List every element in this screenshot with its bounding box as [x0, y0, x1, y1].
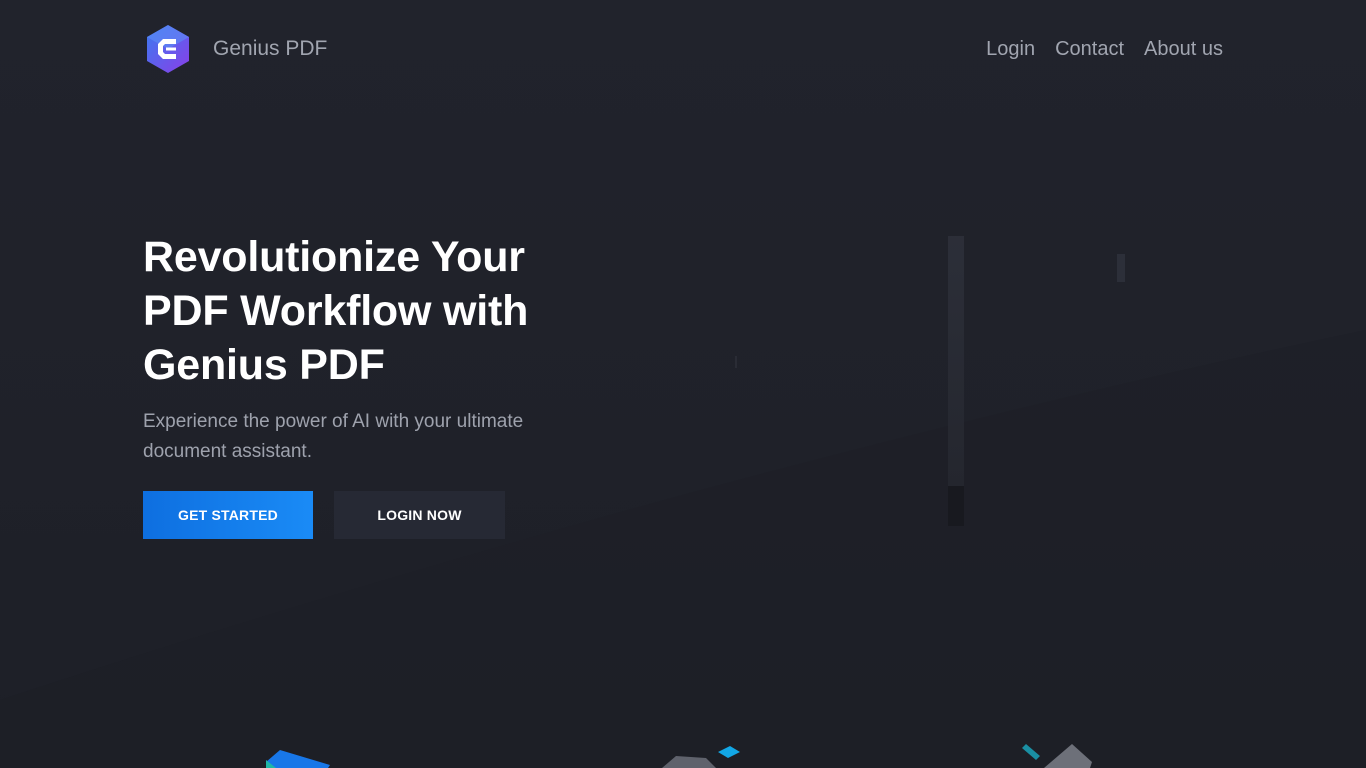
logo-icon[interactable] — [145, 24, 191, 74]
background-cyan-shape — [718, 746, 740, 758]
landing-page: Genius PDF Login Contact About us Revolu… — [0, 0, 1366, 768]
site-header: Genius PDF Login Contact About us — [0, 0, 1366, 100]
background-curve — [0, 330, 1366, 768]
background-pillar — [948, 236, 964, 486]
background-blue-shape — [266, 750, 330, 768]
main-nav: Login Contact About us — [986, 37, 1223, 61]
background-teal-shape — [266, 760, 276, 768]
background-tiny-mark — [735, 356, 737, 368]
background-small-block — [1117, 254, 1125, 282]
hero-subtitle: Experience the power of AI with your ult… — [143, 411, 524, 462]
hero-title: Revolutionize Your PDF Workflow with Gen… — [143, 233, 529, 389]
background-pillar-shadow — [948, 486, 964, 526]
background-grey-shape — [662, 756, 716, 768]
background-grey-shape-right — [1044, 744, 1092, 768]
login-now-button[interactable]: LOGIN NOW — [334, 491, 505, 539]
nav-contact-link[interactable]: Contact — [1055, 37, 1124, 61]
background-teal-small-shape — [1022, 744, 1040, 760]
get-started-button[interactable]: GET STARTED — [143, 491, 313, 539]
nav-login-link[interactable]: Login — [986, 37, 1035, 61]
nav-about-link[interactable]: About us — [1144, 37, 1223, 61]
brand-name[interactable]: Genius PDF — [213, 37, 327, 61]
